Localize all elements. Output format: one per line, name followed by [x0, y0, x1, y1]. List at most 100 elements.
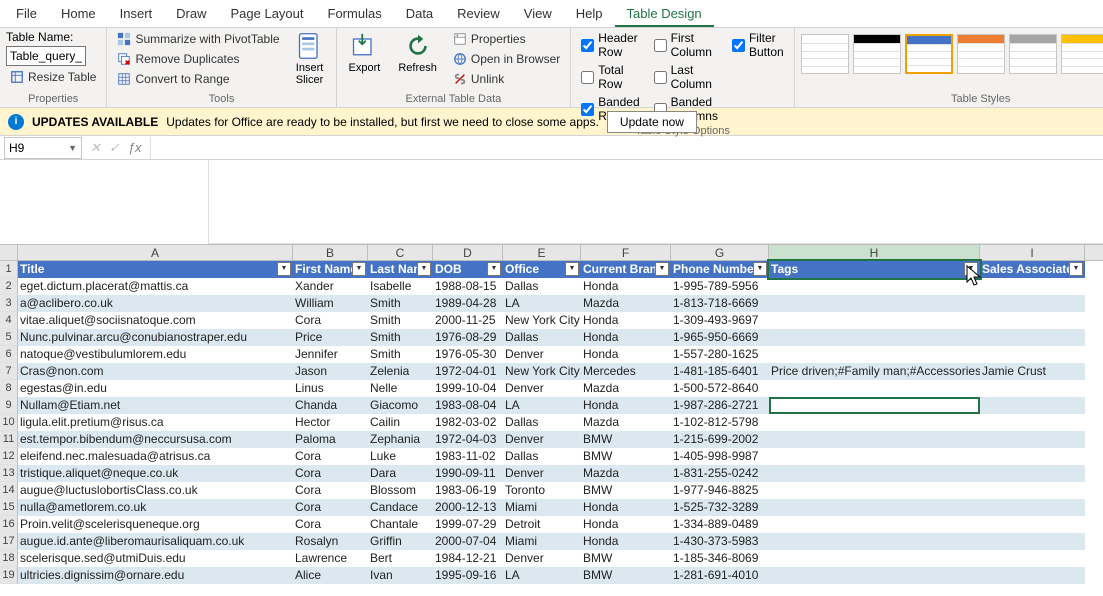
- cell[interactable]: [769, 431, 980, 448]
- header-row-checkbox[interactable]: [581, 39, 594, 52]
- cell[interactable]: Price driven;#Family man;#Accessories: [769, 363, 980, 380]
- row-header[interactable]: 11: [0, 431, 18, 448]
- cell[interactable]: LA: [503, 567, 581, 584]
- open-in-browser-button[interactable]: Open in Browser: [449, 50, 564, 68]
- cell[interactable]: BMW: [581, 550, 671, 567]
- cell[interactable]: est.tempor.bibendum@neccursusa.com: [18, 431, 293, 448]
- cell[interactable]: Chanda: [293, 397, 368, 414]
- cell[interactable]: Dallas: [503, 278, 581, 295]
- cell[interactable]: 1990-09-11: [433, 465, 503, 482]
- cell[interactable]: [769, 550, 980, 567]
- cell[interactable]: Alice: [293, 567, 368, 584]
- cell[interactable]: Denver: [503, 550, 581, 567]
- fx-icon[interactable]: ƒx: [128, 140, 142, 155]
- cell[interactable]: a@aclibero.co.uk: [18, 295, 293, 312]
- cell[interactable]: BMW: [581, 567, 671, 584]
- cell[interactable]: Bert: [368, 550, 433, 567]
- cell[interactable]: 1983-08-04: [433, 397, 503, 414]
- cell[interactable]: Honda: [581, 397, 671, 414]
- cell[interactable]: Luke: [368, 448, 433, 465]
- ribbon-tab-view[interactable]: View: [512, 0, 564, 27]
- cell[interactable]: 1982-03-02: [433, 414, 503, 431]
- cell[interactable]: [980, 431, 1085, 448]
- cell[interactable]: 1-557-280-1625: [671, 346, 769, 363]
- cell[interactable]: [769, 295, 980, 312]
- filter-dropdown-icon[interactable]: ▼: [417, 262, 431, 276]
- total-row-check[interactable]: Total Row: [577, 62, 643, 92]
- cell[interactable]: Cailin: [368, 414, 433, 431]
- cell[interactable]: 1-215-699-2002: [671, 431, 769, 448]
- cell[interactable]: Mazda: [581, 295, 671, 312]
- filter-button-checkbox[interactable]: [732, 39, 745, 52]
- cell[interactable]: Honda: [581, 516, 671, 533]
- cell[interactable]: 1-481-185-6401: [671, 363, 769, 380]
- row-header[interactable]: 1: [0, 261, 18, 278]
- row-header[interactable]: 17: [0, 533, 18, 550]
- cell[interactable]: 1-977-946-8825: [671, 482, 769, 499]
- cell[interactable]: Cora: [293, 516, 368, 533]
- row-header[interactable]: 12: [0, 448, 18, 465]
- cell[interactable]: Smith: [368, 295, 433, 312]
- name-box[interactable]: H9 ▼: [4, 137, 82, 159]
- cell[interactable]: Cras@non.com: [18, 363, 293, 380]
- row-header[interactable]: 8: [0, 380, 18, 397]
- row-header[interactable]: 5: [0, 329, 18, 346]
- cell[interactable]: 1988-08-15: [433, 278, 503, 295]
- cell[interactable]: Candace: [368, 499, 433, 516]
- cell[interactable]: ligula.elit.pretium@risus.ca: [18, 414, 293, 431]
- cell[interactable]: William: [293, 295, 368, 312]
- cell[interactable]: Cora: [293, 482, 368, 499]
- table-header-cell[interactable]: Office▼: [503, 261, 581, 278]
- formula-input[interactable]: [150, 137, 1103, 159]
- cell[interactable]: 1-185-346-8069: [671, 550, 769, 567]
- filter-dropdown-icon[interactable]: ▼: [1069, 262, 1083, 276]
- table-style-swatch[interactable]: [1009, 34, 1057, 74]
- insert-slicer-button[interactable]: Insert Slicer: [290, 30, 330, 88]
- cell[interactable]: Honda: [581, 533, 671, 550]
- cell[interactable]: egestas@in.edu: [18, 380, 293, 397]
- cell[interactable]: [980, 533, 1085, 550]
- table-style-swatch[interactable]: [905, 34, 953, 74]
- cell[interactable]: 1999-07-29: [433, 516, 503, 533]
- cell[interactable]: [769, 499, 980, 516]
- ribbon-tab-home[interactable]: Home: [49, 0, 108, 27]
- cell[interactable]: Honda: [581, 329, 671, 346]
- col-header-I[interactable]: I: [980, 245, 1085, 260]
- cell[interactable]: [980, 414, 1085, 431]
- cell[interactable]: 1-500-572-8640: [671, 380, 769, 397]
- cell[interactable]: 2000-12-13: [433, 499, 503, 516]
- row-header[interactable]: 6: [0, 346, 18, 363]
- cell[interactable]: 1-334-889-0489: [671, 516, 769, 533]
- cell[interactable]: augue.id.ante@liberomaurisaliquam.co.uk: [18, 533, 293, 550]
- cell[interactable]: Dallas: [503, 414, 581, 431]
- cell[interactable]: [769, 516, 980, 533]
- cell[interactable]: Linus: [293, 380, 368, 397]
- resize-table-button[interactable]: Resize Table: [6, 68, 100, 86]
- last-col-checkbox[interactable]: [654, 71, 667, 84]
- cell[interactable]: 1-430-373-5983: [671, 533, 769, 550]
- cell[interactable]: 1972-04-01: [433, 363, 503, 380]
- cell[interactable]: [980, 397, 1085, 414]
- cell[interactable]: [980, 380, 1085, 397]
- col-header-F[interactable]: F: [581, 245, 671, 260]
- cell[interactable]: 1989-04-28: [433, 295, 503, 312]
- row-header[interactable]: 2: [0, 278, 18, 295]
- cell[interactable]: Giacomo: [368, 397, 433, 414]
- cell[interactable]: vitae.aliquet@sociisnatoque.com: [18, 312, 293, 329]
- cell[interactable]: Smith: [368, 346, 433, 363]
- ribbon-tab-insert[interactable]: Insert: [108, 0, 165, 27]
- refresh-button[interactable]: Refresh: [392, 30, 443, 76]
- cell[interactable]: Toronto: [503, 482, 581, 499]
- cell[interactable]: [769, 448, 980, 465]
- cell[interactable]: eleifend.nec.malesuada@atrisus.ca: [18, 448, 293, 465]
- cell[interactable]: [980, 550, 1085, 567]
- cancel-icon[interactable]: ✕: [90, 140, 101, 156]
- cell[interactable]: [980, 448, 1085, 465]
- col-header-G[interactable]: G: [671, 245, 769, 260]
- header-row-check[interactable]: Header Row: [577, 30, 643, 60]
- cell[interactable]: Blossom: [368, 482, 433, 499]
- cell[interactable]: [769, 482, 980, 499]
- row-header[interactable]: 15: [0, 499, 18, 516]
- cell[interactable]: Ivan: [368, 567, 433, 584]
- cell[interactable]: [980, 482, 1085, 499]
